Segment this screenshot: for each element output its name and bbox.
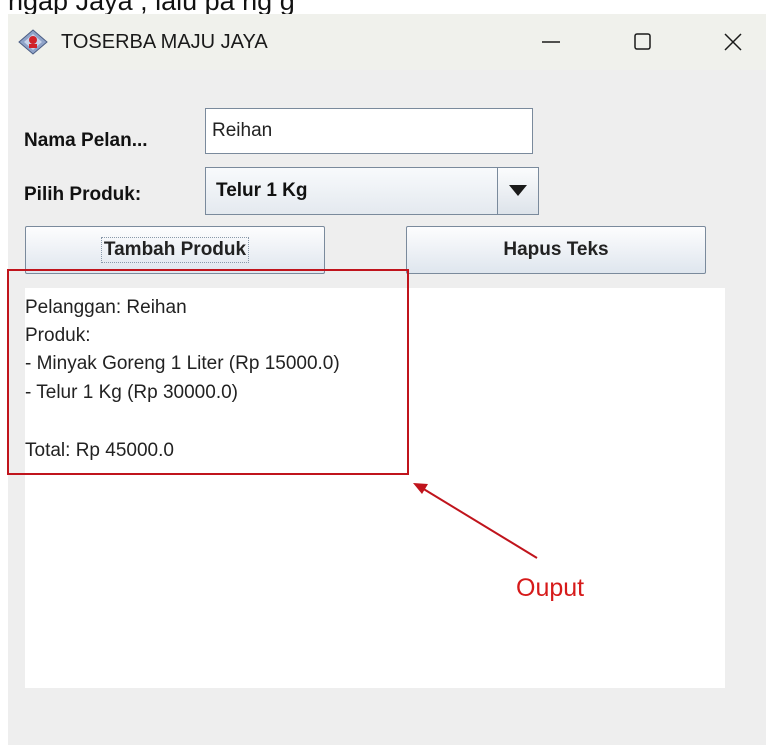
close-button[interactable] [710,22,756,62]
maximize-icon [634,33,651,50]
product-select-label: Pilih Produk: [24,184,142,205]
cropped-document-text-strip: ngap Jaya , lalu pa ng g [0,0,766,14]
product-selected-value: Telur 1 Kg [216,180,308,201]
minimize-button[interactable] [528,22,574,62]
customer-name-label: Nama Pelan... [24,130,148,151]
title-bar: TOSERBA MAJU JAYA [8,14,766,70]
add-product-button[interactable]: Tambah Produk [25,226,325,274]
java-app-icon [18,29,48,55]
cropped-document-text: ngap Jaya , lalu pa ng g [8,0,295,14]
close-icon [724,33,742,51]
window-title: TOSERBA MAJU JAYA [61,31,268,53]
add-product-label: Tambah Produk [100,237,250,263]
output-annotation-label: Ouput [516,574,585,602]
maximize-button[interactable] [620,22,666,62]
dropdown-toggle[interactable] [497,168,538,214]
output-highlight-box [7,269,409,475]
clear-text-button[interactable]: Hapus Teks [406,226,706,274]
chevron-down-icon [509,185,527,196]
product-dropdown[interactable]: Telur 1 Kg [205,167,539,215]
minimize-icon [542,41,560,43]
customer-name-field[interactable] [205,108,533,154]
